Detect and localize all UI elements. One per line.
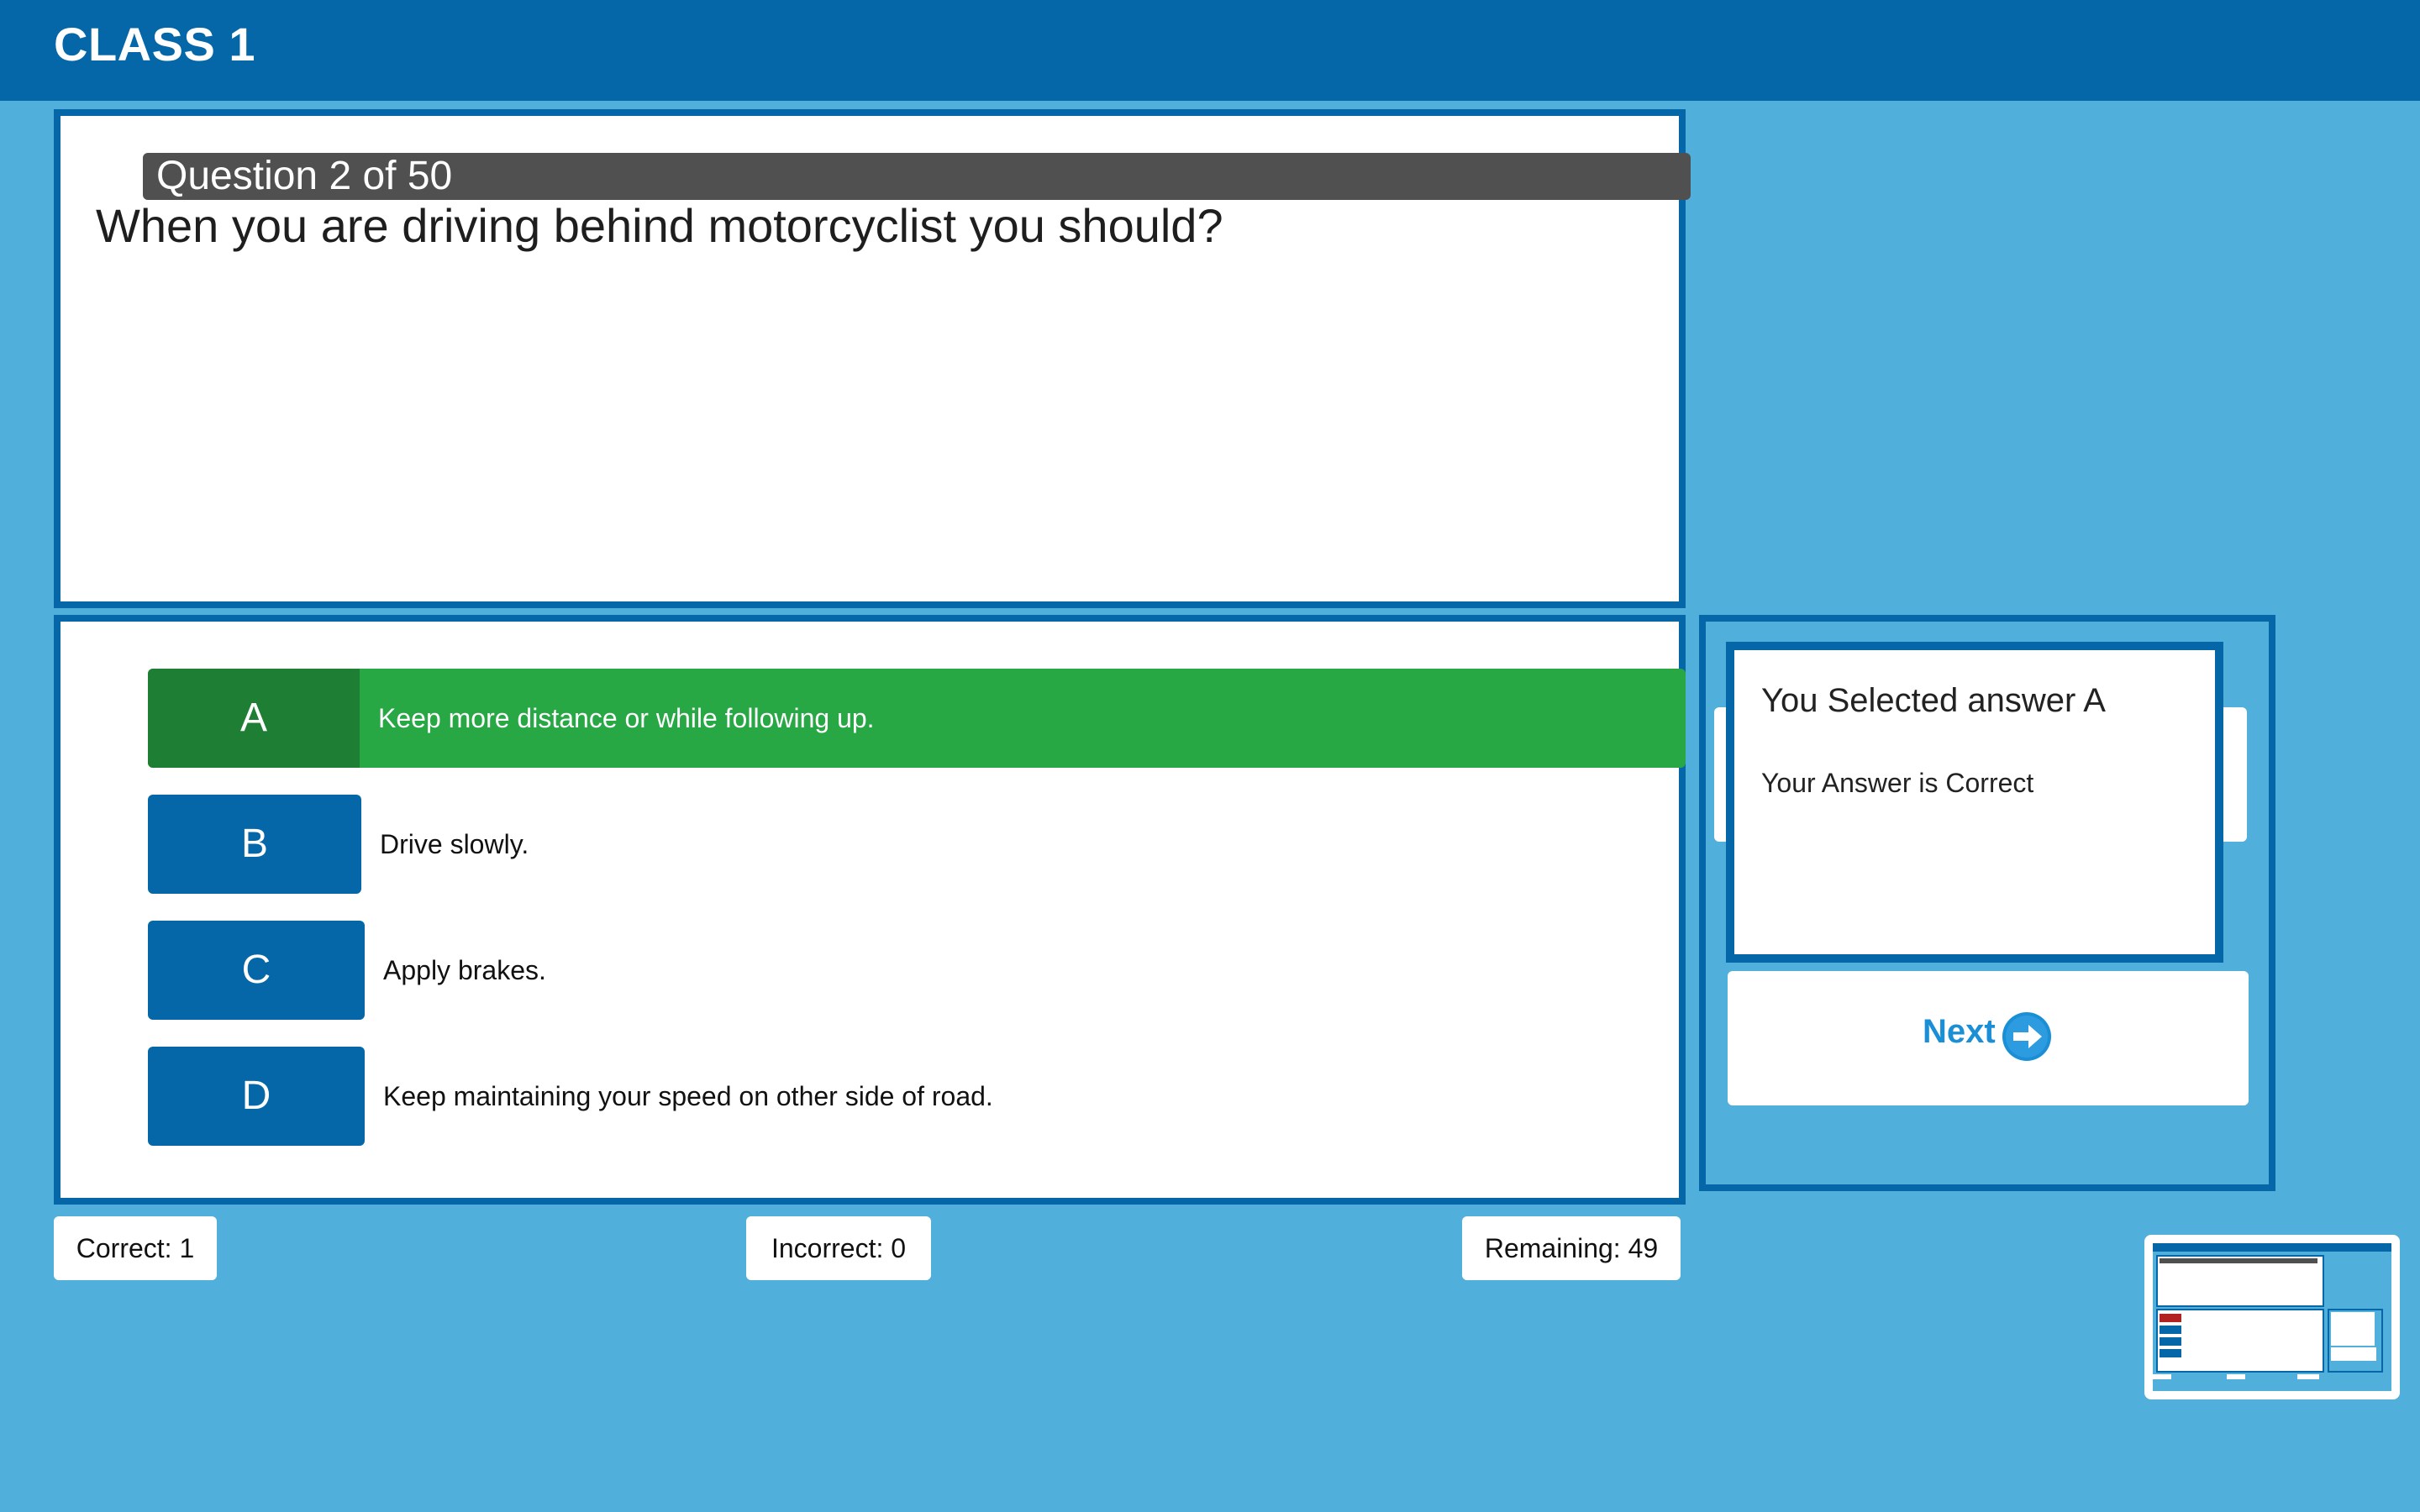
feedback-title: You Selected answer A <box>1761 682 2106 719</box>
question-text: When you are driving behind motorcyclist… <box>96 199 1223 252</box>
option-d-letter: D <box>148 1047 365 1146</box>
next-label: Next <box>1923 1013 1996 1050</box>
option-a-letter: A <box>148 669 360 768</box>
screen-preview-thumbnail[interactable] <box>2144 1235 2400 1399</box>
incorrect-count: Incorrect: 0 <box>746 1216 931 1280</box>
question-number: Question 2 of 50 <box>143 153 1691 200</box>
answers-panel: A Keep more distance or while following … <box>54 615 1686 1205</box>
option-b[interactable]: B Drive slowly. <box>148 795 1324 894</box>
option-d-text: Keep maintaining your speed on other sid… <box>383 1081 993 1111</box>
option-b-text: Drive slowly. <box>380 829 529 859</box>
option-c-letter: C <box>148 921 365 1020</box>
arrow-right-circle-icon <box>2002 1012 2051 1061</box>
option-c[interactable]: C Apply brakes. <box>148 921 1324 1020</box>
header-bar: CLASS 1 <box>0 0 2420 101</box>
option-b-letter: B <box>148 795 361 894</box>
remaining-count: Remaining: 49 <box>1462 1216 1681 1280</box>
preview-image <box>2153 1243 2391 1391</box>
feedback-result: Your Answer is Correct <box>1761 768 2034 798</box>
next-button[interactable]: Next <box>1728 971 2249 1105</box>
correct-count: Correct: 1 <box>54 1216 217 1280</box>
feedback-card: You Selected answer A Your Answer is Cor… <box>1726 642 2223 963</box>
option-d[interactable]: D Keep maintaining your speed on other s… <box>148 1047 1324 1146</box>
app-title: CLASS 1 <box>54 18 255 71</box>
option-a-text: Keep more distance or while following up… <box>378 703 875 733</box>
option-a[interactable]: A Keep more distance or while following … <box>148 669 1686 768</box>
option-c-text: Apply brakes. <box>383 955 546 985</box>
question-panel: Question 2 of 50 When you are driving be… <box>54 109 1691 608</box>
